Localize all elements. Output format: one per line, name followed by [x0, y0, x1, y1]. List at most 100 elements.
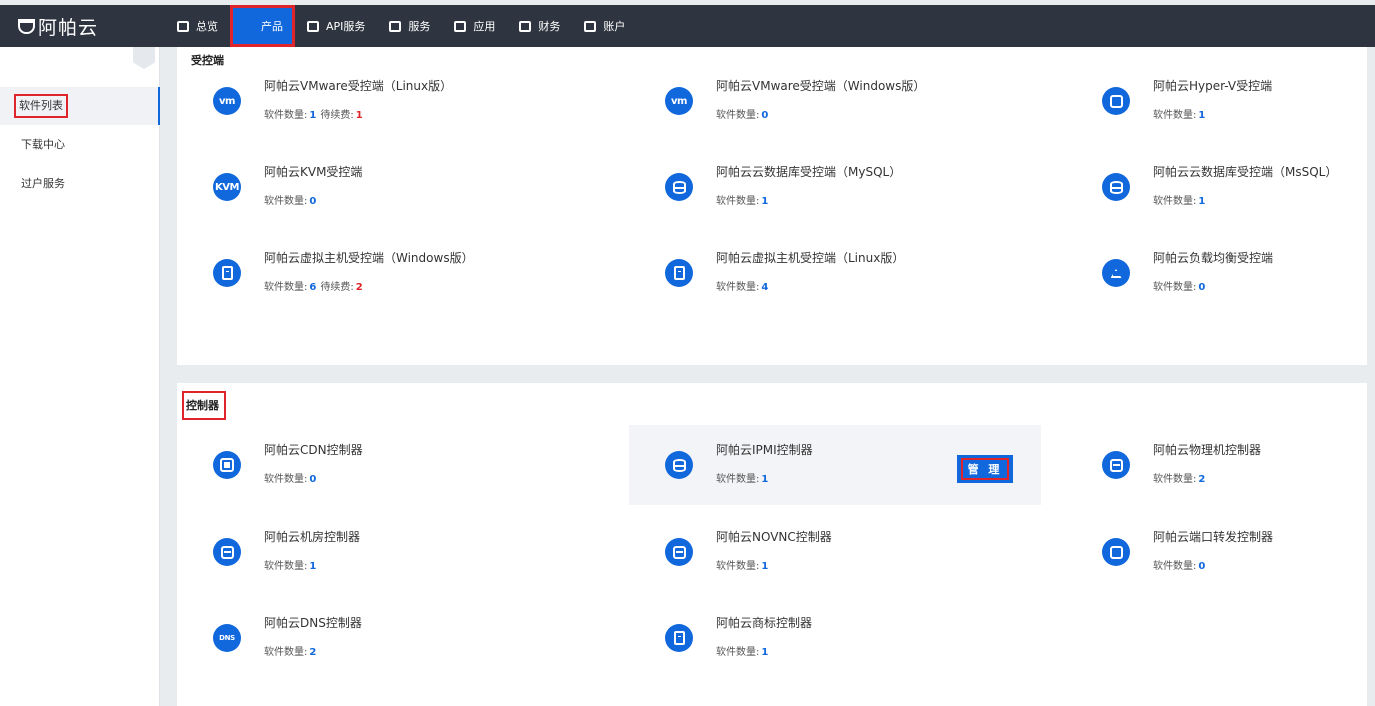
software-count: 软件数量: 1: [1153, 106, 1205, 121]
count-value: 1: [761, 647, 769, 658]
manage-button[interactable]: 管 理: [957, 455, 1013, 483]
product-name[interactable]: 阿帕云商标控制器: [716, 614, 812, 631]
software-count: 软件数量: 1: [716, 557, 768, 572]
product-card[interactable]: 阿帕云Hyper-V受控端 软件数量: 1: [1066, 61, 1375, 141]
count-label: 软件数量:: [1153, 474, 1197, 485]
count-label: 软件数量:: [716, 282, 760, 293]
nav-service[interactable]: 服务: [377, 5, 442, 47]
nav-api-service[interactable]: API服务: [295, 5, 377, 47]
server-icon: [1102, 451, 1130, 479]
manage-button-label: 管 理: [960, 458, 1010, 480]
product-card[interactable]: DNS 阿帕云DNS控制器 软件数量: 2: [177, 598, 589, 678]
count-label: 软件数量:: [264, 196, 308, 207]
software-count: 软件数量: 2: [264, 643, 316, 658]
sidebar: 软件列表 下载中心 过户服务: [0, 47, 160, 706]
vm-icon: vm: [665, 87, 693, 115]
app-logo-text: 阿帕云: [38, 16, 99, 39]
product-name[interactable]: 阿帕云CDN控制器: [264, 441, 363, 458]
database-icon: [1102, 173, 1130, 201]
renewal-label: 待续费:: [320, 282, 354, 293]
nav-products-label: 产品: [261, 20, 283, 33]
count-label: 软件数量:: [1153, 196, 1197, 207]
product-name[interactable]: 阿帕云物理机控制器: [1153, 441, 1261, 458]
product-card[interactable]: 阿帕云端口转发控制器 软件数量: 0: [1066, 512, 1375, 592]
sidebar-item-transfer-service[interactable]: 过户服务: [0, 165, 160, 203]
product-name[interactable]: 阿帕云虚拟主机受控端（Linux版）: [716, 249, 904, 266]
renewal-value: 1: [355, 110, 363, 121]
account-icon: [584, 20, 597, 32]
product-card[interactable]: 阿帕云物理机控制器 软件数量: 2: [1066, 425, 1375, 505]
vm-icon: vm: [213, 87, 241, 115]
nav-apps[interactable]: 应用: [442, 5, 507, 47]
product-card[interactable]: vm 阿帕云VMware受控端（Linux版） 软件数量: 1 待续费: 1: [177, 61, 589, 141]
software-count: 软件数量: 2: [1153, 470, 1205, 485]
sidebar-item-download-center[interactable]: 下载中心: [0, 126, 160, 164]
count-value: 1: [309, 110, 317, 121]
software-count: 软件数量: 1: [716, 192, 768, 207]
kvm-icon-glyph: KVM: [215, 181, 239, 193]
hyperv-icon-glyph: [1109, 94, 1123, 108]
cdn-icon-glyph: [220, 458, 234, 472]
product-name[interactable]: 阿帕云NOVNC控制器: [716, 528, 832, 545]
product-card[interactable]: 阿帕云虚拟主机受控端（Linux版） 软件数量: 4: [629, 233, 1041, 313]
product-name[interactable]: 阿帕云负载均衡受控端: [1153, 249, 1273, 266]
product-name[interactable]: 阿帕云云数据库受控端（MySQL）: [716, 163, 901, 180]
product-card[interactable]: 阿帕云虚拟主机受控端（Windows版） 软件数量: 6 待续费: 2: [177, 233, 589, 313]
count-value: 1: [1198, 110, 1206, 121]
nav-account-label: 账户: [603, 20, 626, 33]
server-icon-glyph: [1109, 458, 1123, 472]
product-name[interactable]: 阿帕云VMware受控端（Windows版）: [716, 77, 925, 94]
product-card[interactable]: 阿帕云机房控制器软件数量: 1: [177, 512, 589, 592]
product-name[interactable]: 阿帕云KVM受控端: [264, 163, 362, 180]
ipmi-icon: [665, 451, 693, 479]
software-count: 软件数量: 0: [716, 106, 768, 121]
vm-icon-glyph: vm: [219, 95, 235, 107]
vhost-icon: [213, 259, 241, 287]
product-name[interactable]: 阿帕云云数据库受控端（MsSQL）: [1153, 163, 1337, 180]
nav-overview[interactable]: 总览: [165, 5, 230, 47]
software-count: 软件数量: 1: [1153, 192, 1205, 207]
nav-finance[interactable]: 财务: [507, 5, 572, 47]
product-card[interactable]: 阿帕云CDN控制器 软件数量: 0: [177, 425, 589, 505]
product-card[interactable]: 阿帕云负载均衡受控端 软件数量: 0: [1066, 233, 1375, 313]
finance-icon: [519, 20, 532, 32]
product-name[interactable]: 阿帕云Hyper-V受控端: [1153, 77, 1272, 94]
nav-products[interactable]: 产品: [230, 5, 295, 47]
product-name[interactable]: 阿帕云VMware受控端（Linux版）: [264, 77, 452, 94]
count-value: 1: [761, 196, 769, 207]
count-value: 0: [309, 474, 317, 485]
load-balancer-icon-glyph: [1110, 267, 1123, 279]
product-name[interactable]: 阿帕云端口转发控制器: [1153, 528, 1273, 545]
product-name[interactable]: 阿帕云机房控制器: [264, 528, 360, 545]
product-name[interactable]: 阿帕云IPMI控制器: [716, 441, 813, 458]
ipmi-icon-glyph: [672, 458, 686, 472]
product-card[interactable]: 阿帕云IPMI控制器 软件数量: 1 管 理: [629, 425, 1041, 505]
product-card[interactable]: vm 阿帕云VMware受控端（Windows版） 软件数量: 0: [629, 61, 1041, 141]
product-card[interactable]: 阿帕云NOVNC控制器 软件数量: 1: [629, 512, 1041, 592]
product-name[interactable]: 阿帕云DNS控制器: [264, 614, 362, 631]
product-card[interactable]: 阿帕云商标控制器 软件数量: 1: [629, 598, 1041, 678]
software-count: 软件数量: 0: [1153, 278, 1205, 293]
count-label: 软件数量:: [264, 561, 308, 572]
load-balancer-icon: [1102, 259, 1130, 287]
nav-account[interactable]: 账户: [572, 5, 637, 47]
port-forward-icon: [1102, 538, 1130, 566]
sidebar-item-software-list[interactable]: 软件列表: [0, 87, 160, 125]
product-name[interactable]: 阿帕云虚拟主机受控端（Windows版）: [264, 249, 474, 266]
dns-icon: DNS: [213, 624, 241, 652]
product-card[interactable]: 阿帕云云数据库受控端（MySQL） 软件数量: 1: [629, 147, 1041, 227]
count-value: 1: [309, 561, 317, 572]
datacenter-icon-glyph: [220, 545, 234, 559]
sidebar-collapse-handle[interactable]: [133, 47, 155, 69]
count-label: 软件数量:: [264, 647, 308, 658]
count-value: 0: [761, 110, 769, 121]
product-card[interactable]: KVM 阿帕云KVM受控端 软件数量: 0: [177, 147, 589, 227]
software-count: 软件数量: 0: [264, 470, 316, 485]
app-logo[interactable]: 阿帕云: [18, 13, 98, 39]
count-label: 软件数量:: [716, 196, 760, 207]
dns-icon-glyph: DNS: [219, 634, 235, 642]
product-card[interactable]: 阿帕云云数据库受控端（MsSQL） 软件数量: 1: [1066, 147, 1375, 227]
top-navbar: 阿帕云 总览 产品 API服务 服务 应用 财务 账户: [0, 5, 1375, 47]
sidebar-item-label: 软件列表: [14, 94, 68, 118]
cloud-logo-icon: [18, 18, 35, 34]
